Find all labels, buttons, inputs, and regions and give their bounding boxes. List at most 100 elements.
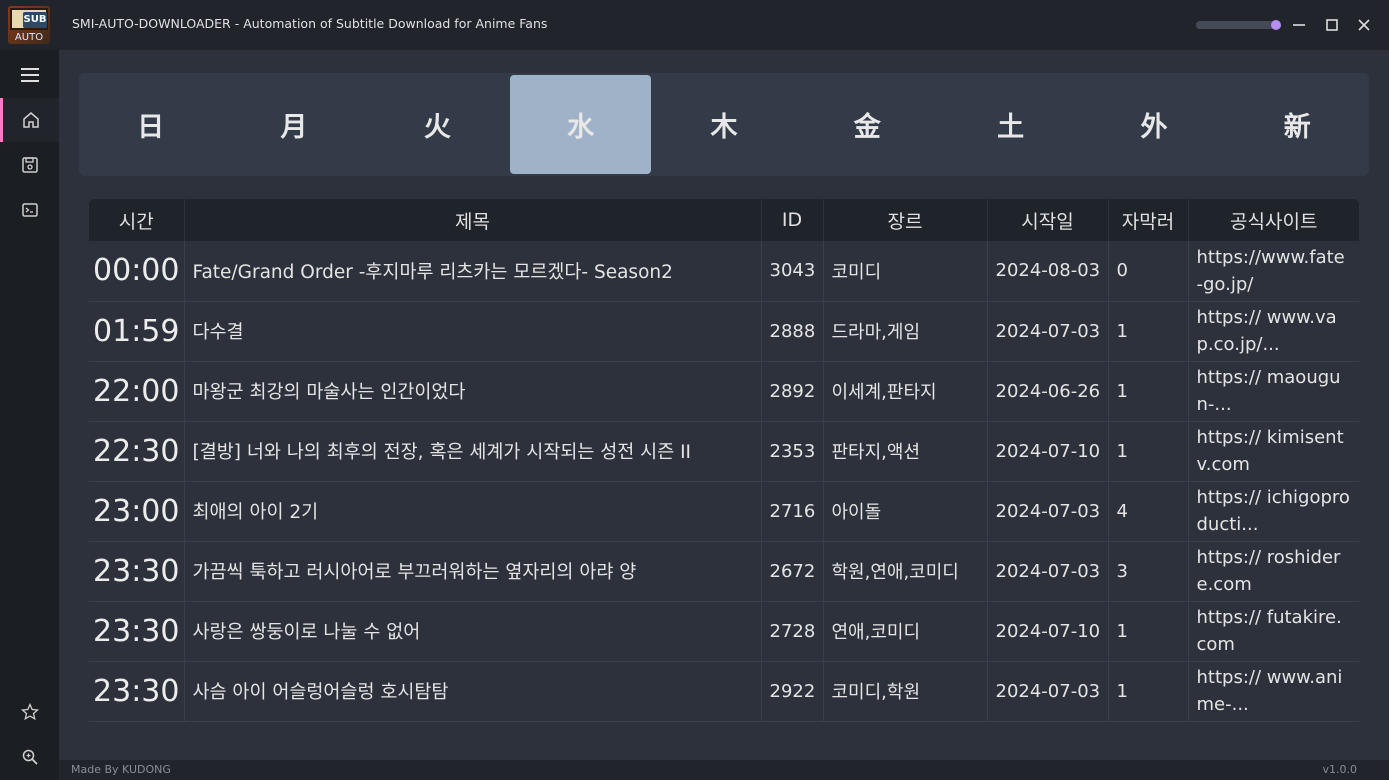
cell-official-site[interactable]: https://www.fate-go.jp/ (1188, 241, 1359, 302)
tab-sunday[interactable]: 日 (80, 75, 221, 174)
table-row[interactable]: 23:30 사랑은 쌍둥이로 나눌 수 없어 2728 연애,코미디 2024-07-1… (89, 601, 1359, 662)
cell-official-site[interactable]: https:// www.anime-... (1188, 661, 1359, 722)
opacity-slider[interactable] (1196, 20, 1281, 30)
maximize-button[interactable] (1322, 15, 1342, 35)
cell-official-site[interactable]: https:// www.vap.co.jp/... (1188, 301, 1359, 362)
tab-monday[interactable]: 月 (223, 75, 364, 174)
cell-title: 가끔씩 툭하고 러시아어로 부끄러워하는 옆자리의 아랴 양 (184, 541, 762, 602)
cell-subtitler: 1 (1108, 301, 1189, 362)
home-icon (23, 112, 39, 128)
column-header-official-site[interactable]: 공식사이트 (1188, 199, 1359, 241)
table-row[interactable]: 23:30 사슴 아이 어슬렁어슬렁 호시탐탐 2922 코미디,학원 2024-07-… (89, 661, 1359, 722)
close-button[interactable] (1354, 15, 1374, 35)
cell-start-date: 2024-08-03 (987, 241, 1109, 302)
official-site-link[interactable]: https://www.fate-go.jp/ (1197, 244, 1352, 298)
cell-title: 최애의 아이 2기 (184, 481, 762, 542)
main-content: 日 月 火 水 木 金 土 外 新 시간 제목 ID 장르 시작일 자막러 공식… (59, 50, 1389, 760)
tab-friday[interactable]: 金 (797, 75, 938, 174)
sidebar (0, 50, 59, 780)
cell-time: 00:00 (89, 241, 185, 302)
official-site-link[interactable]: https:// futakire.com (1197, 604, 1352, 658)
official-site-link[interactable]: https:// maougun-... (1197, 364, 1352, 418)
save-icon (21, 157, 38, 173)
column-header-title[interactable]: 제목 (184, 199, 762, 241)
menu-icon (20, 68, 39, 82)
official-site-link[interactable]: https:// www.vap.co.jp/... (1197, 304, 1352, 358)
tab-thursday[interactable]: 木 (653, 75, 794, 174)
cell-official-site[interactable]: https:// roshidere.com (1188, 541, 1359, 602)
table-header-row: 시간 제목 ID 장르 시작일 자막러 공식사이트 (89, 199, 1359, 241)
cell-time: 22:30 (89, 421, 185, 482)
footer: Made By KUDONG v1.0.0 (59, 760, 1389, 780)
cell-subtitler: 1 (1108, 661, 1189, 722)
table-row[interactable]: 23:00 최애의 아이 2기 2716 아이돌 2024-07-03 4 https://… (89, 481, 1359, 542)
table-row[interactable]: 01:59 다수결 2888 드라마,게임 2024-07-03 1 https:// ww… (89, 301, 1359, 362)
cell-title: [결방] 너와 나의 최후의 전장, 혹은 세계가 시작되는 성전 시즌 II (184, 421, 762, 482)
day-tabs: 日 月 火 水 木 金 土 外 新 (79, 73, 1369, 176)
cell-id: 2888 (761, 301, 824, 362)
cell-id: 2353 (761, 421, 824, 482)
tab-other[interactable]: 外 (1083, 75, 1224, 174)
star-icon (20, 703, 39, 721)
table-row[interactable]: 00:00 Fate/Grand Order -후지마루 리츠카는 모르겠다- S… (89, 241, 1359, 302)
cell-title: 사슴 아이 어슬렁어슬렁 호시탐탐 (184, 661, 762, 722)
cell-start-date: 2024-06-26 (987, 361, 1109, 422)
cell-time: 23:30 (89, 541, 185, 602)
cell-start-date: 2024-07-03 (987, 541, 1109, 602)
tab-wednesday[interactable]: 水 (509, 75, 652, 174)
close-icon (1358, 19, 1370, 31)
zoom-icon (22, 749, 38, 765)
column-header-genre[interactable]: 장르 (823, 199, 988, 241)
cell-official-site[interactable]: https:// kimisentv.com (1188, 421, 1359, 482)
official-site-link[interactable]: https:// www.anime-... (1197, 664, 1352, 718)
cell-subtitler: 1 (1108, 421, 1189, 482)
sidebar-item-home[interactable] (0, 98, 59, 142)
footer-credit: Made By KUDONG (71, 763, 171, 776)
column-header-subtitler[interactable]: 자막러 (1108, 199, 1189, 241)
column-header-id[interactable]: ID (761, 199, 824, 241)
cell-time: 23:30 (89, 601, 185, 662)
window-title: SMI-AUTO-DOWNLOADER - Automation of Subt… (72, 16, 548, 31)
cell-genre: 드라마,게임 (823, 301, 988, 362)
official-site-link[interactable]: https:// kimisentv.com (1197, 424, 1352, 478)
logo-badge: SUB (23, 12, 47, 28)
cell-official-site[interactable]: https:// futakire.com (1188, 601, 1359, 662)
table-row[interactable]: 23:30 가끔씩 툭하고 러시아어로 부끄러워하는 옆자리의 아랴 양 2672 학… (89, 541, 1359, 602)
table-row[interactable]: 22:00 마왕군 최강의 마술사는 인간이었다 2892 이세계,판타지 2024-0… (89, 361, 1359, 422)
cell-subtitler: 4 (1108, 481, 1189, 542)
cell-start-date: 2024-07-10 (987, 601, 1109, 662)
cell-time: 23:30 (89, 661, 185, 722)
title-bar: SUB AUTO SMI-AUTO-DOWNLOADER - Automatio… (0, 0, 1389, 50)
sidebar-item-favorites[interactable] (0, 690, 59, 734)
column-header-time[interactable]: 시간 (89, 199, 185, 241)
cell-start-date: 2024-07-03 (987, 661, 1109, 722)
version-label: v1.0.0 (1322, 763, 1358, 776)
official-site-link[interactable]: https:// roshidere.com (1197, 544, 1352, 598)
menu-toggle-button[interactable] (0, 53, 59, 97)
cell-time: 01:59 (89, 301, 185, 362)
minimize-button[interactable] (1289, 15, 1309, 35)
cell-subtitler: 3 (1108, 541, 1189, 602)
cell-id: 2672 (761, 541, 824, 602)
table-row[interactable]: 22:30 [결방] 너와 나의 최후의 전장, 혹은 세계가 시작되는 성전 시… (89, 421, 1359, 482)
cell-genre: 코미디 (823, 241, 988, 302)
official-site-link[interactable]: https:// ichigoproducti... (1197, 484, 1352, 538)
cell-official-site[interactable]: https:// maougun-... (1188, 361, 1359, 422)
cell-title: 사랑은 쌍둥이로 나눌 수 없어 (184, 601, 762, 662)
sidebar-item-terminal[interactable] (0, 188, 59, 232)
tab-tuesday[interactable]: 火 (367, 75, 508, 174)
tab-saturday[interactable]: 土 (940, 75, 1081, 174)
cell-start-date: 2024-07-03 (987, 481, 1109, 542)
slider-thumb[interactable] (1270, 20, 1281, 30)
maximize-icon (1326, 19, 1338, 31)
sidebar-item-zoom[interactable] (0, 735, 59, 779)
cell-subtitler: 0 (1108, 241, 1189, 302)
cell-subtitler: 1 (1108, 601, 1189, 662)
sidebar-item-save[interactable] (0, 143, 59, 187)
column-header-start-date[interactable]: 시작일 (987, 199, 1109, 241)
app-logo: SUB AUTO (8, 6, 50, 44)
cell-title: 다수결 (184, 301, 762, 362)
tab-new[interactable]: 新 (1227, 75, 1368, 174)
cell-official-site[interactable]: https:// ichigoproducti... (1188, 481, 1359, 542)
cell-start-date: 2024-07-10 (987, 421, 1109, 482)
